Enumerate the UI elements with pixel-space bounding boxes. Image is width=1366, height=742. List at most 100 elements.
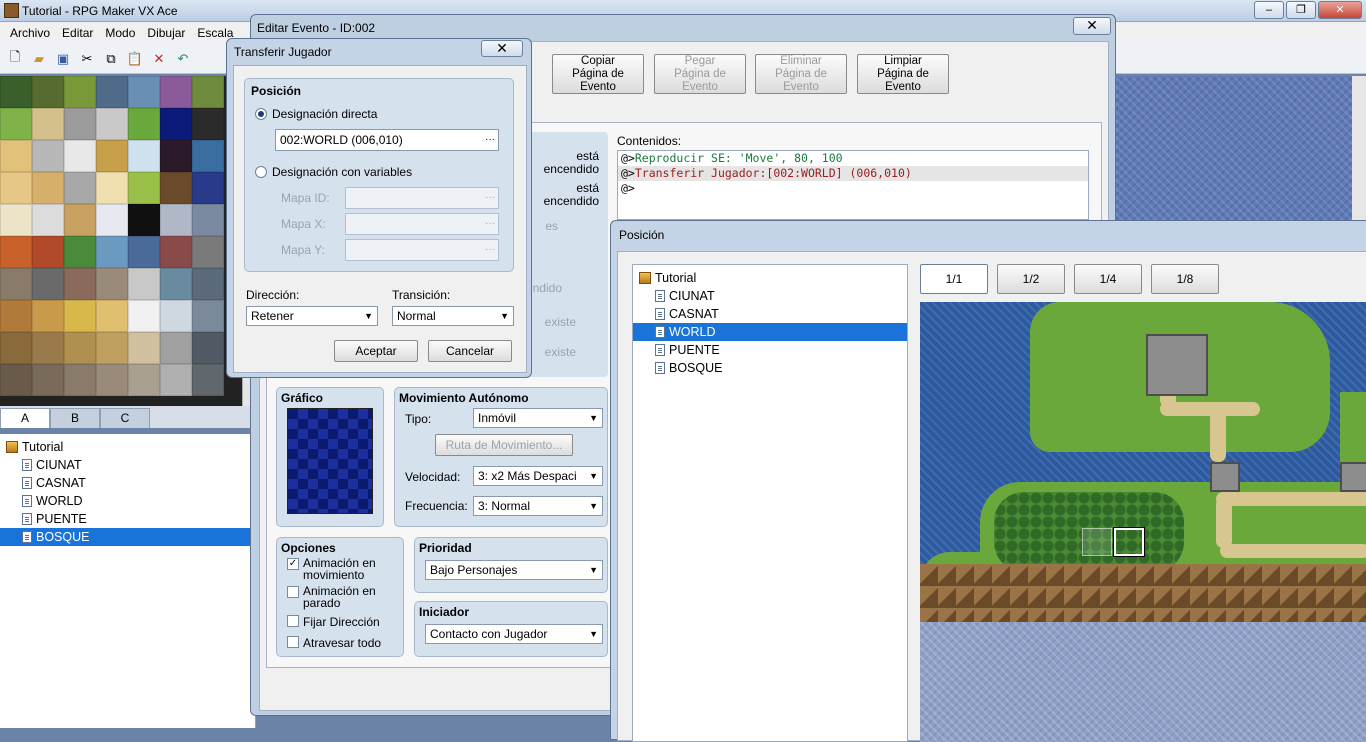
- tree-map-bosque[interactable]: BOSQUE: [0, 528, 255, 546]
- pos-tree-map-bosque[interactable]: BOSQUE: [633, 359, 907, 377]
- tileset-tile[interactable]: [192, 76, 224, 108]
- undo-icon[interactable]: ↶: [174, 50, 192, 68]
- menu-archivo[interactable]: Archivo: [4, 26, 56, 40]
- tileset-tile[interactable]: [160, 332, 192, 364]
- tileset-tile[interactable]: [96, 332, 128, 364]
- tileset-tile[interactable]: [32, 300, 64, 332]
- tileset-tile[interactable]: [0, 300, 32, 332]
- direct-designation-option[interactable]: Designación directa: [255, 107, 377, 121]
- trigger-select[interactable]: Contacto con Jugador ▼: [425, 624, 603, 644]
- tileset-tile[interactable]: [32, 76, 64, 108]
- checkbox[interactable]: [287, 615, 299, 627]
- movement-type-select[interactable]: Inmóvil ▼: [473, 408, 603, 428]
- cut-icon[interactable]: ✂: [78, 50, 96, 68]
- tileset-tile[interactable]: [160, 172, 192, 204]
- tileset-tile[interactable]: [96, 108, 128, 140]
- tileset-tile[interactable]: [64, 172, 96, 204]
- open-folder-icon[interactable]: ▰: [30, 50, 48, 68]
- tileset-tile[interactable]: [96, 300, 128, 332]
- pos-tree-map-world[interactable]: WORLD: [633, 323, 907, 341]
- tileset-tile[interactable]: [192, 140, 224, 172]
- tileset-tile[interactable]: [96, 140, 128, 172]
- clear-page-button[interactable]: Limpiar Página de Evento: [857, 54, 949, 94]
- tileset-tile[interactable]: [160, 76, 192, 108]
- movement-route-button[interactable]: Ruta de Movimiento...: [435, 434, 573, 456]
- tileset-tile[interactable]: [128, 76, 160, 108]
- tileset-tile[interactable]: [64, 364, 96, 396]
- tileset-palette[interactable]: [0, 76, 242, 406]
- tab-c[interactable]: C: [100, 408, 150, 428]
- tileset-tile[interactable]: [128, 140, 160, 172]
- tab-a[interactable]: A: [0, 408, 50, 428]
- checkbox[interactable]: [287, 586, 299, 598]
- tileset-tile[interactable]: [0, 172, 32, 204]
- close-button[interactable]: ✕: [1318, 1, 1362, 19]
- checkbox-checked[interactable]: ✓: [287, 558, 299, 570]
- new-file-icon[interactable]: 🗋: [6, 49, 24, 68]
- graphic-preview[interactable]: [287, 408, 373, 514]
- tileset-tile[interactable]: [32, 140, 64, 172]
- menu-editar[interactable]: Editar: [56, 26, 99, 40]
- tileset-tile[interactable]: [64, 332, 96, 364]
- option-walking-anim[interactable]: ✓ Animación en movimiento: [287, 557, 376, 581]
- tileset-tile[interactable]: [128, 236, 160, 268]
- option-stepping-anim[interactable]: Animación en parado: [287, 585, 376, 609]
- option-through[interactable]: Atravesar todo: [287, 636, 381, 650]
- zoom-1-1-button[interactable]: 1/1: [920, 264, 988, 294]
- tileset-tile[interactable]: [32, 236, 64, 268]
- world-map-preview[interactable]: [920, 302, 1366, 742]
- tileset-tile[interactable]: [160, 268, 192, 300]
- tree-map-casnat[interactable]: CASNAT: [0, 474, 255, 492]
- checkbox[interactable]: [287, 636, 299, 648]
- tileset-tile[interactable]: [32, 364, 64, 396]
- direct-location-field[interactable]: 002:WORLD (006,010) ···: [275, 129, 499, 151]
- movement-speed-select[interactable]: 3: x2 Más Despaci ▼: [473, 466, 603, 486]
- variable-designation-option[interactable]: Designación con variables: [255, 165, 412, 179]
- delete-page-button[interactable]: Eliminar Página de Evento: [755, 54, 847, 94]
- tab-b[interactable]: B: [50, 408, 100, 428]
- tileset-tile[interactable]: [64, 108, 96, 140]
- map-x-variable-field[interactable]: ···: [345, 213, 499, 235]
- pos-tree-root[interactable]: Tutorial: [633, 269, 907, 287]
- tileset-tile[interactable]: [0, 236, 32, 268]
- zoom-1-8-button[interactable]: 1/8: [1151, 264, 1219, 294]
- tileset-tile[interactable]: [96, 364, 128, 396]
- option-direction-fix[interactable]: Fijar Dirección: [287, 615, 380, 629]
- tileset-tile[interactable]: [0, 76, 32, 108]
- radio-selected[interactable]: [255, 108, 267, 120]
- tileset-tile[interactable]: [64, 236, 96, 268]
- transfer-dialog-close-button[interactable]: ✕: [481, 40, 523, 57]
- paste-icon[interactable]: 📋: [126, 50, 144, 68]
- paste-page-button[interactable]: Pegar Página de Evento: [654, 54, 746, 94]
- zoom-1-2-button[interactable]: 1/2: [997, 264, 1065, 294]
- command-row[interactable]: @>: [618, 181, 1088, 196]
- tileset-tile[interactable]: [32, 204, 64, 236]
- tileset-tile[interactable]: [192, 332, 224, 364]
- copy-icon[interactable]: ⧉: [102, 50, 120, 68]
- tree-map-world[interactable]: WORLD: [0, 492, 255, 510]
- accept-button[interactable]: Aceptar: [334, 340, 418, 362]
- tileset-tile[interactable]: [192, 300, 224, 332]
- tileset-tile[interactable]: [0, 364, 32, 396]
- priority-select[interactable]: Bajo Personajes ▼: [425, 560, 603, 580]
- tileset-tile[interactable]: [128, 364, 160, 396]
- tileset-tile[interactable]: [0, 268, 32, 300]
- tileset-tile[interactable]: [96, 268, 128, 300]
- tileset-tile[interactable]: [128, 332, 160, 364]
- tileset-tile[interactable]: [160, 140, 192, 172]
- tileset-tile[interactable]: [96, 76, 128, 108]
- tileset-tile[interactable]: [128, 204, 160, 236]
- tileset-tile[interactable]: [192, 172, 224, 204]
- tileset-tile[interactable]: [96, 204, 128, 236]
- tileset-tile[interactable]: [160, 236, 192, 268]
- map-id-variable-field[interactable]: ···: [345, 187, 499, 209]
- menu-dibujar[interactable]: Dibujar: [141, 26, 191, 40]
- tileset-tile[interactable]: [192, 364, 224, 396]
- save-icon[interactable]: ▣: [54, 50, 72, 68]
- tileset-tile[interactable]: [128, 172, 160, 204]
- tree-map-ciunat[interactable]: CIUNAT: [0, 456, 255, 474]
- contents-list[interactable]: @>Reproducir SE: 'Move', 80, 100 @>Trans…: [617, 150, 1089, 220]
- tileset-tile[interactable]: [32, 268, 64, 300]
- tileset-tile[interactable]: [128, 300, 160, 332]
- tileset-tile[interactable]: [0, 332, 32, 364]
